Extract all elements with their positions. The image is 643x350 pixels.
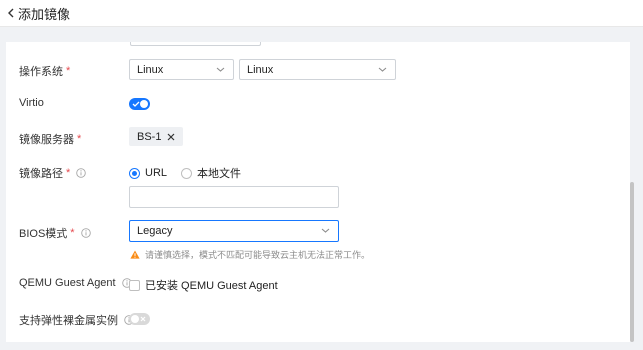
- previous-field-input[interactable]: [130, 42, 261, 46]
- os-distro-select[interactable]: Linux: [239, 59, 396, 80]
- radio-local-file-dot[interactable]: [181, 167, 193, 179]
- image-path-label: 镜像路径 *: [19, 165, 87, 181]
- virtio-toggle[interactable]: [129, 98, 150, 110]
- warning-icon: [130, 250, 140, 259]
- url-input[interactable]: [129, 186, 339, 208]
- toggle-knob: [131, 315, 139, 323]
- radio-url-label: URL: [145, 167, 168, 179]
- qemu-agent-checkbox[interactable]: [129, 279, 140, 291]
- required-mark: *: [77, 133, 82, 145]
- image-path-radio-group: URL 本地文件: [129, 165, 255, 181]
- form-card: 操作系统 * Linux Linux Virtio 镜像服务器 * BS-1 镜像路…: [6, 42, 630, 342]
- check-icon: [132, 101, 140, 107]
- back-button[interactable]: 添加镜像: [0, 0, 70, 26]
- os-distro-value: Linux: [247, 63, 274, 76]
- radio-local-file-label: 本地文件: [197, 168, 242, 180]
- toggle-knob: [140, 100, 148, 108]
- radio-local-file[interactable]: 本地文件: [181, 165, 241, 181]
- qemu-agent-checkbox-label: 已安装 QEMU Guest Agent: [145, 280, 278, 292]
- chevron-down-icon: [378, 67, 387, 72]
- page-header: 添加镜像: [0, 0, 643, 27]
- required-mark: *: [66, 65, 71, 77]
- bios-warning-text: 请谨慎选择，模式不匹配可能导致云主机无法正常工作。: [145, 250, 371, 260]
- qemu-agent-checkbox-row[interactable]: 已安装 QEMU Guest Agent: [129, 277, 278, 293]
- info-icon[interactable]: [76, 168, 87, 178]
- required-mark: *: [66, 167, 71, 179]
- radio-url[interactable]: URL: [129, 167, 167, 179]
- os-type-select[interactable]: Linux: [129, 59, 234, 80]
- scrollbar[interactable]: [630, 182, 634, 342]
- image-server-tag[interactable]: BS-1: [129, 127, 184, 146]
- info-icon[interactable]: [80, 228, 91, 238]
- bios-mode-label: BIOS模式 *: [19, 225, 91, 241]
- bare-metal-toggle[interactable]: [129, 313, 150, 325]
- os-label: 操作系统 *: [19, 65, 71, 78]
- os-type-value: Linux: [137, 63, 164, 76]
- bios-mode-select[interactable]: Legacy: [129, 220, 339, 242]
- chevron-left-icon[interactable]: [6, 7, 16, 19]
- bios-mode-value: Legacy: [137, 225, 173, 237]
- bare-metal-label: 支持弹性裸金属实例: [19, 312, 134, 328]
- chevron-down-icon: [321, 228, 330, 233]
- bios-warning: 请谨慎选择，模式不匹配可能导致云主机无法正常工作。: [130, 248, 370, 261]
- image-server-label: 镜像服务器 *: [19, 133, 82, 146]
- page-title: 添加镜像: [18, 6, 71, 22]
- radio-url-dot[interactable]: [129, 167, 140, 179]
- image-server-tag-label: BS-1: [137, 130, 162, 143]
- qemu-agent-label: QEMU Guest Agent: [19, 277, 132, 289]
- required-mark: *: [70, 227, 75, 239]
- chevron-down-icon: [216, 67, 225, 72]
- virtio-label: Virtio: [19, 97, 44, 109]
- close-icon: [140, 316, 146, 322]
- close-icon[interactable]: [167, 133, 175, 141]
